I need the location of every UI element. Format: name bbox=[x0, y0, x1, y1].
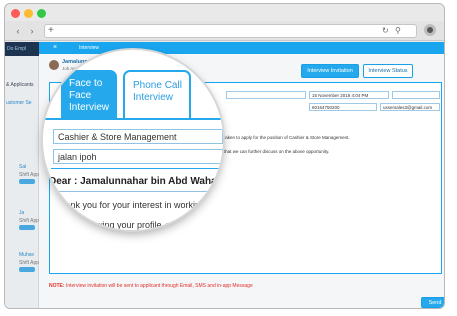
list-item-badge bbox=[19, 179, 35, 184]
list-item-name[interactable]: Muhse bbox=[19, 252, 34, 258]
list-item-badge bbox=[19, 225, 35, 230]
close-window-button[interactable] bbox=[11, 9, 20, 18]
list-item-meta: Shift App bbox=[19, 218, 40, 224]
letter-line-1: Thank you for your interest in working w bbox=[55, 200, 215, 210]
send-button[interactable]: Send bbox=[421, 297, 444, 308]
search-icon[interactable]: ⚲ bbox=[395, 25, 401, 37]
sidebar-label-applicants[interactable]: & Applicants bbox=[6, 82, 34, 88]
app-sidebar: Do Empl & Applicants ustomer Se Sal Shif… bbox=[5, 42, 39, 308]
tab-phone-call[interactable]: Phone Call Interview bbox=[123, 70, 191, 120]
email-field[interactable]: ussersales3@gmail.com bbox=[380, 103, 440, 111]
location-field[interactable]: jalan ipoh bbox=[53, 149, 223, 164]
note: NOTE: Interview invitation will be sent … bbox=[49, 283, 253, 289]
close-icon[interactable]: × bbox=[53, 44, 57, 51]
forward-icon[interactable]: › bbox=[25, 25, 39, 37]
letter-body[interactable]: Thank you for your interest in working w… bbox=[49, 191, 223, 230]
letter-salutation: Dear : Jamalunnahar bin Abd Wahab bbox=[49, 176, 223, 187]
minimize-window-button[interactable] bbox=[24, 9, 33, 18]
modal-header: × Interview bbox=[39, 42, 444, 54]
back-icon[interactable]: ‹ bbox=[11, 25, 25, 37]
letter-line-2-rest: so that we can further discuss on the ab… bbox=[218, 149, 330, 154]
position-field[interactable] bbox=[226, 91, 306, 99]
divider bbox=[51, 168, 223, 169]
download-icon-core bbox=[427, 27, 433, 33]
tab-face-to-face[interactable]: Face to Face Interview bbox=[61, 70, 117, 120]
add-tab-icon[interactable]: + bbox=[48, 25, 54, 37]
modal-title: Interview bbox=[79, 45, 100, 51]
list-item-name[interactable]: Sal bbox=[19, 164, 26, 170]
sidebar-label-customer[interactable]: ustomer Se bbox=[6, 100, 32, 106]
note-label: NOTE: bbox=[49, 283, 65, 289]
download-icon[interactable] bbox=[424, 24, 436, 36]
address-bar[interactable]: + ↻ ⚲ bbox=[44, 24, 417, 38]
letter-line-2: After reviewing your profile, we w bbox=[55, 220, 188, 230]
list-item-meta: Shift App bbox=[19, 172, 40, 178]
interview-invitation-button[interactable]: Interview Invitation bbox=[301, 64, 359, 78]
list-item-badge bbox=[19, 267, 35, 272]
magnifier-lens: Face to Face Interview Phone Call Interv… bbox=[43, 50, 223, 230]
note-text: Interview invitation will be sent to app… bbox=[65, 283, 253, 289]
interview-status-button[interactable]: Interview Status bbox=[363, 64, 413, 78]
avatar bbox=[49, 60, 59, 70]
list-item-name[interactable]: Ja bbox=[19, 210, 24, 216]
reload-icon[interactable]: ↻ bbox=[382, 25, 389, 37]
brand-label: Do Empl bbox=[7, 46, 27, 52]
letter-line-1-rest: ve taken to apply for the position of Ca… bbox=[218, 135, 350, 140]
phone-field[interactable]: 60164750200 bbox=[309, 103, 377, 111]
browser-toolbar: ‹ › + ↻ ⚲ bbox=[5, 21, 444, 41]
date-field[interactable]: 15 November 2018 4:04 PM bbox=[309, 91, 389, 99]
position-select[interactable]: Cashier & Store Management bbox=[53, 129, 223, 144]
time-field[interactable] bbox=[392, 91, 440, 99]
maximize-window-button[interactable] bbox=[37, 9, 46, 18]
list-item-meta: Shift App bbox=[19, 260, 40, 266]
